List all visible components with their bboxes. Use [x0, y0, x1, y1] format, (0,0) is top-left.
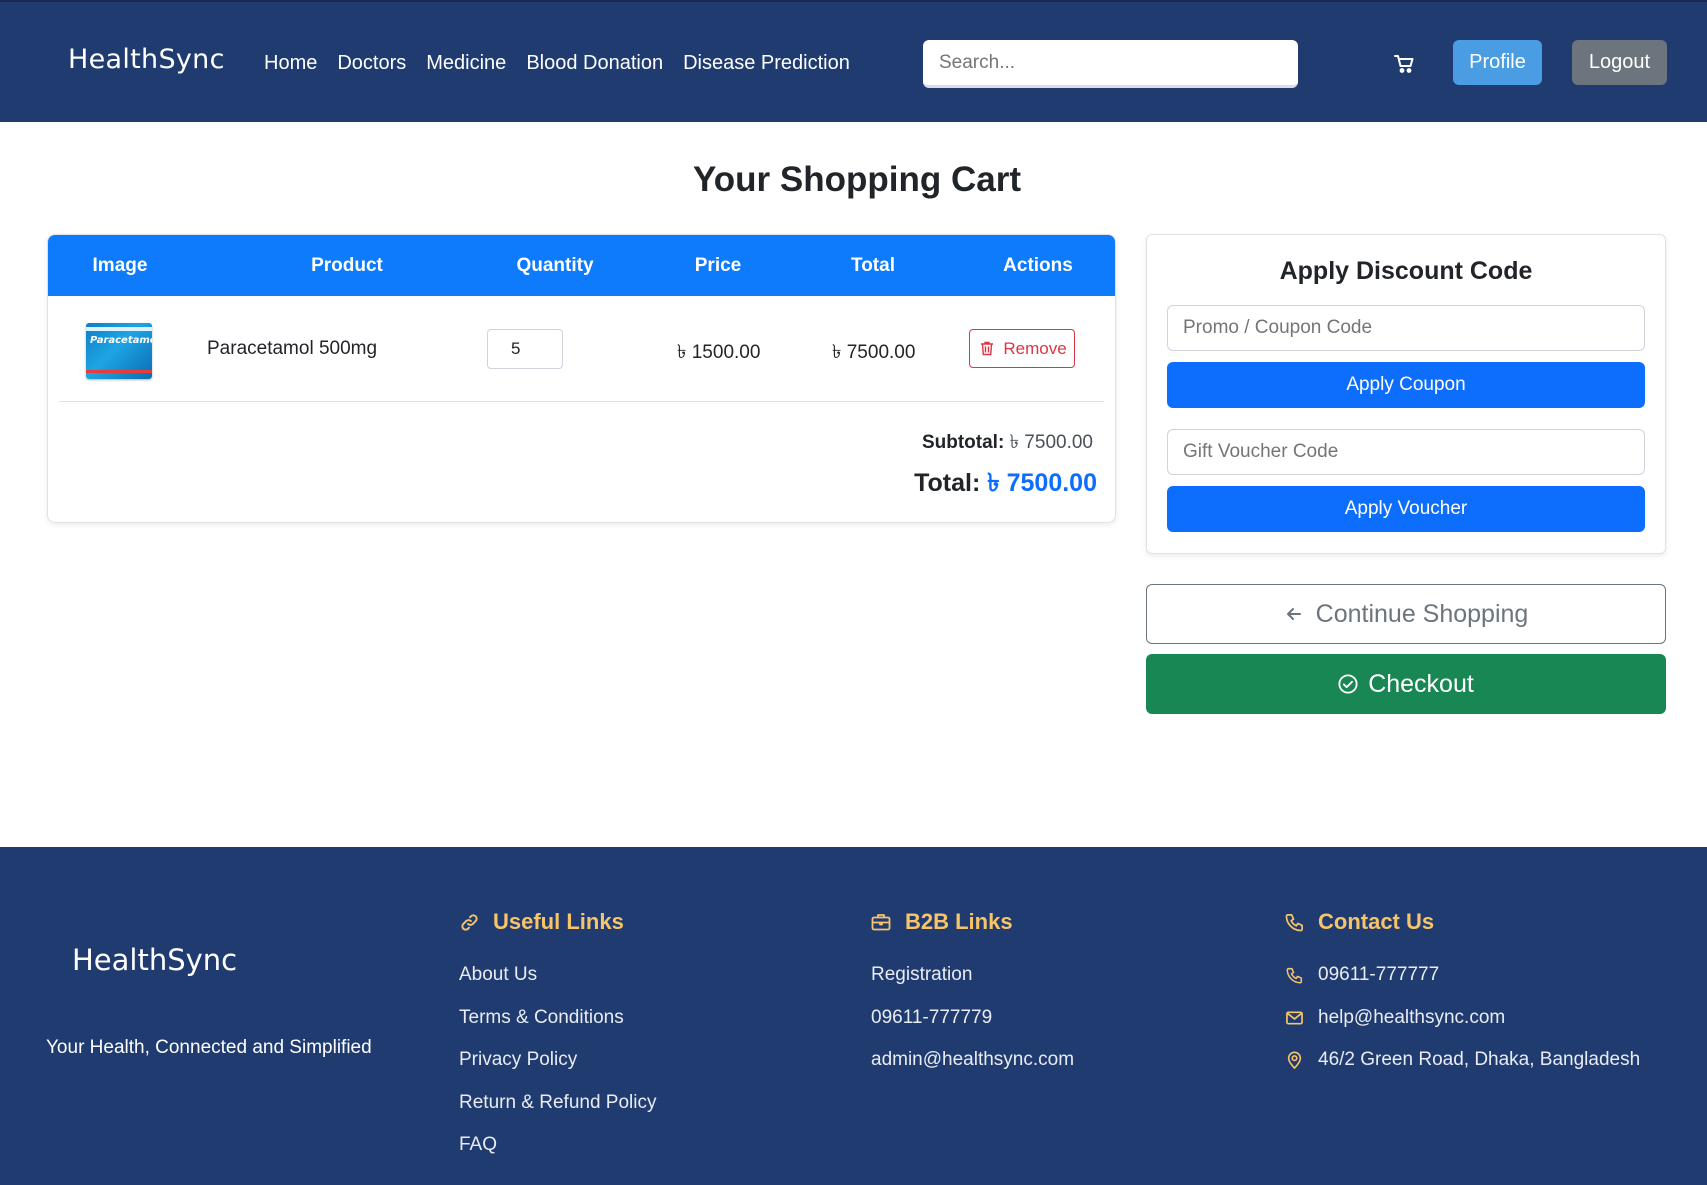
table-header: Image Product Quantity Price Total Actio…: [48, 235, 1115, 296]
footer-b2b-email: admin@healthsync.com: [871, 1049, 1075, 1071]
subtotal-label: Subtotal:: [921, 432, 1005, 453]
nav-home[interactable]: Home: [264, 52, 317, 75]
envelope-icon: [1284, 1008, 1304, 1028]
discount-card: Apply Discount Code Apply Coupon Apply V…: [1146, 234, 1666, 554]
product-image: Paracetamol: [86, 323, 152, 379]
footer: HealthSync Your Health, Connected and Si…: [0, 847, 1707, 1185]
continue-shopping-button[interactable]: Continue Shopping: [1146, 584, 1666, 644]
nav-disease-prediction[interactable]: Disease Prediction: [683, 52, 850, 75]
contact-heading: Contact Us: [1284, 907, 1640, 937]
product-price: ৳ 1500.00: [677, 342, 761, 363]
logout-button[interactable]: Logout: [1572, 40, 1667, 85]
product-name: Paracetamol 500mg: [207, 338, 378, 359]
total-label: Total:: [914, 469, 981, 497]
footer-link-registration: Registration: [871, 964, 973, 986]
quantity-input[interactable]: [487, 329, 563, 369]
briefcase-icon: [871, 912, 891, 932]
contact-phone: 09611-777777: [1284, 954, 1640, 997]
discount-title: Apply Discount Code: [1279, 257, 1533, 285]
navbar: HealthSync Home Doctors Medicine Blood D…: [0, 0, 1707, 122]
nav-doctors[interactable]: Doctors: [337, 52, 406, 75]
column-header-price: Price: [694, 255, 742, 276]
map-pin-icon: [1284, 1050, 1304, 1070]
contact-section: Contact Us 09611-777777 help@healthsync.…: [1284, 907, 1640, 1082]
cart-table: Image Product Quantity Price Total Actio…: [47, 234, 1116, 523]
subtotal: Subtotal: ৳ 7500.00: [922, 428, 1093, 460]
cart-icon[interactable]: [1394, 54, 1414, 74]
phone-icon: [1284, 965, 1304, 985]
footer-link-about: About Us: [459, 964, 538, 986]
footer-link-refund: Return & Refund Policy: [459, 1091, 657, 1113]
footer-b2b-phone: 09611-777779: [871, 1006, 993, 1028]
product-total: ৳ 7500.00: [832, 342, 916, 363]
coupon-code-input[interactable]: [1167, 305, 1645, 351]
checkout-button[interactable]: Checkout: [1146, 654, 1666, 714]
footer-link-terms: Terms & Conditions: [459, 1006, 624, 1028]
page-title: Your Shopping Cart: [693, 160, 1021, 199]
grand-total: Total: ৳ 7500.00: [914, 463, 1097, 506]
search-input[interactable]: [923, 40, 1298, 88]
useful-links-heading: Useful Links: [459, 907, 657, 937]
column-header-actions: Actions: [1003, 255, 1073, 276]
check-circle-icon: [1338, 674, 1358, 694]
main-nav: Home Doctors Medicine Blood Donation Dis…: [264, 52, 850, 75]
profile-button[interactable]: Profile: [1453, 40, 1542, 85]
footer-tagline: Your Health, Connected and Simplified: [46, 1037, 372, 1058]
row-divider: [59, 401, 1104, 402]
trash-icon: [977, 339, 997, 359]
phone-icon: [1284, 912, 1304, 932]
footer-link-privacy: Privacy Policy: [459, 1049, 578, 1071]
useful-links-section: Useful Links About Us Terms & Conditions…: [459, 907, 657, 1167]
subtotal-value: ৳ 7500.00: [1009, 432, 1093, 453]
b2b-links-heading: B2B Links: [871, 907, 1074, 937]
remove-label: Remove: [1003, 338, 1067, 358]
checkout-label: Checkout: [1368, 669, 1474, 698]
column-header-product: Product: [311, 255, 383, 276]
nav-blood-donation[interactable]: Blood Donation: [526, 52, 663, 75]
total-value: ৳ 7500.00: [987, 469, 1097, 497]
column-header-total: Total: [851, 255, 895, 276]
gift-voucher-input[interactable]: [1167, 429, 1645, 475]
b2b-links-section: B2B Links Registration 09611-777779 admi…: [871, 907, 1074, 1082]
apply-voucher-button[interactable]: Apply Voucher: [1167, 486, 1645, 532]
continue-shopping-label: Continue Shopping: [1315, 599, 1529, 628]
link-icon: [459, 912, 479, 932]
apply-coupon-button[interactable]: Apply Coupon: [1167, 362, 1645, 408]
brand-logo[interactable]: HealthSync: [68, 44, 225, 75]
remove-button[interactable]: Remove: [969, 329, 1075, 368]
nav-medicine[interactable]: Medicine: [426, 52, 506, 75]
footer-link-faq: FAQ: [459, 1134, 498, 1156]
contact-email: help@healthsync.com: [1284, 997, 1640, 1040]
footer-brand-logo[interactable]: HealthSync: [72, 943, 237, 977]
arrow-left-icon: [1284, 604, 1304, 624]
column-header-image: Image: [92, 255, 148, 276]
product-image-label: Paracetamol: [90, 335, 152, 346]
contact-address: 46/2 Green Road, Dhaka, Bangladesh: [1284, 1039, 1640, 1082]
column-header-quantity: Quantity: [516, 255, 594, 276]
